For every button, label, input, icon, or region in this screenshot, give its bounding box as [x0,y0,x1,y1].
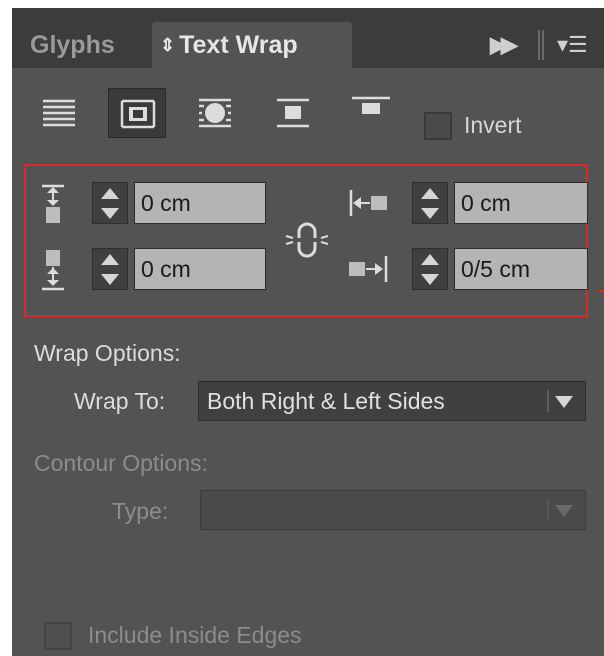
wrap-to-label: Wrap To: [74,388,166,414]
bottom-offset-stepper[interactable] [92,248,128,290]
no-text-wrap-button[interactable] [30,88,88,138]
jump-object-icon [277,98,309,128]
left-offset-field[interactable]: 0 cm [454,182,588,224]
invert-label: Invert [464,112,522,138]
top-offset-down-arrow[interactable] [101,208,119,219]
tab-reorder-icon: ⇕ [160,35,176,55]
top-offset-stepper[interactable] [92,182,128,224]
wrap-to-dropdown[interactable]: Both Right & Left Sides [198,381,586,421]
wrap-bounding-box-button[interactable] [108,88,166,138]
tab-text-wrap-label: Text Wrap [179,31,298,59]
wrap-bounding-box-icon [120,99,156,129]
right-offset-icon [349,256,388,282]
type-label: Type: [112,498,169,524]
jump-object-button[interactable] [264,88,322,138]
left-offset-stepper[interactable] [412,182,448,224]
tab-text-wrap[interactable]: ⇕ Text Wrap [152,22,352,68]
left-offset-down-arrow[interactable] [421,208,439,219]
right-offset-down-arrow[interactable] [421,274,439,285]
wrap-object-shape-button[interactable] [186,88,244,138]
left-offset-icon [349,190,387,216]
bottom-offset-down-arrow[interactable] [101,274,119,285]
panel-menu-icon[interactable]: ▾☰ [557,32,588,58]
bottom-offset-field[interactable]: 0 cm [134,248,266,290]
chevron-down-icon[interactable] [555,505,573,517]
highlight-marker [598,290,604,292]
jump-to-next-column-icon [352,96,390,114]
dropdown-divider [547,499,549,521]
contour-options-heading: Contour Options: [34,450,208,476]
include-inside-edges-checkbox[interactable] [44,622,72,650]
collapse-panel-icon[interactable]: ▶▶ [490,32,518,58]
link-offsets-icon[interactable] [284,220,330,260]
jump-to-next-column-button[interactable] [342,88,400,138]
include-inside-edges-label: Include Inside Edges [88,622,302,648]
wrap-to-value: Both Right & Left Sides [207,388,445,414]
chevron-down-icon[interactable] [555,396,573,408]
right-offset-field[interactable]: 0/5 cm [454,248,588,290]
top-offset-icon [42,184,64,223]
panel-tab-bar: Glyphs ⇕ Text Wrap ▶▶ ▾☰ [12,8,604,68]
panel-grip-icon[interactable] [538,30,544,60]
right-offset-stepper[interactable] [412,248,448,290]
top-offset-up-arrow[interactable] [101,188,119,199]
top-offset-field[interactable]: 0 cm [134,182,266,224]
bottom-offset-icon [42,250,64,291]
right-offset-up-arrow[interactable] [421,254,439,265]
wrap-options-heading: Wrap Options: [34,340,181,366]
bottom-offset-up-arrow[interactable] [101,254,119,265]
wrap-object-shape-icon [199,98,231,128]
left-offset-up-arrow[interactable] [421,188,439,199]
text-wrap-panel: Glyphs ⇕ Text Wrap ▶▶ ▾☰ Invert 0 cm 0 c… [12,8,604,656]
tab-glyphs[interactable]: Glyphs [30,22,115,68]
no-text-wrap-icon [43,99,75,127]
invert-checkbox[interactable] [424,112,452,140]
contour-type-dropdown[interactable] [200,490,586,530]
dropdown-divider [547,390,549,412]
